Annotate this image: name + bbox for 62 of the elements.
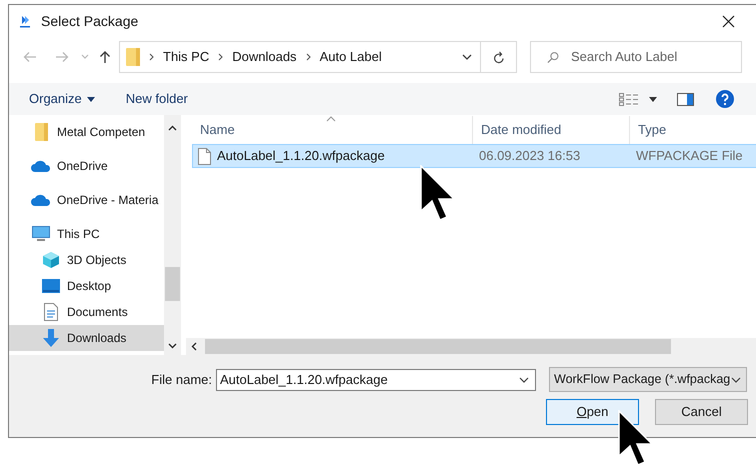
- column-header[interactable]: Type: [630, 116, 756, 144]
- file-name-label: File name:: [150, 370, 212, 389]
- folder-icon: [34, 123, 48, 141]
- scroll-down-icon[interactable]: [168, 343, 177, 349]
- organize-button[interactable]: Organize: [29, 89, 95, 109]
- breadcrumb-link[interactable]: Auto Label: [320, 47, 382, 67]
- cancel-button[interactable]: Cancel: [655, 399, 748, 425]
- cloud-icon: [31, 160, 51, 172]
- view-options-icon[interactable]: [619, 92, 639, 106]
- help-icon[interactable]: [716, 90, 734, 108]
- refresh-icon: [492, 50, 504, 64]
- dropdown-caret-icon[interactable]: [462, 54, 472, 60]
- sidebar-item[interactable]: 3D Objects: [9, 247, 164, 273]
- scroll-up-icon[interactable]: [168, 125, 177, 131]
- sidebar-item[interactable]: Documents: [9, 299, 164, 325]
- sidebar-item[interactable]: OneDrive: [9, 153, 164, 179]
- sidebar-item[interactable]: This PC: [9, 221, 164, 247]
- table-cell-text: 06.09.2023 16:53: [479, 147, 580, 166]
- breadcrumb-link[interactable]: Downloads: [232, 47, 297, 67]
- cube-icon: [42, 251, 60, 269]
- sidebar-item[interactable]: OneDrive - Materia: [9, 187, 164, 213]
- window-title: Select Package: [41, 12, 138, 31]
- sidebar-item[interactable]: Downloads: [9, 325, 164, 351]
- vertical-scrollbar[interactable]: [164, 115, 181, 355]
- scroll-left-icon[interactable]: [191, 342, 197, 351]
- scrollbar-thumb[interactable]: [205, 339, 671, 354]
- chevron-icon: [218, 53, 224, 61]
- dropdown-caret-icon: [731, 376, 741, 382]
- table-cell-text: WFPACKAGE File: [636, 147, 743, 166]
- chevron-icon: [149, 53, 154, 61]
- desktop-icon: [42, 279, 60, 293]
- refresh-button[interactable]: [481, 41, 517, 73]
- horizontal-scrollbar[interactable]: [186, 338, 756, 355]
- address-bar[interactable]: This PC Downloads Auto Label: [119, 41, 481, 73]
- app-icon: [18, 14, 32, 28]
- cloud-icon: [31, 194, 51, 206]
- search-box[interactable]: Search Auto Label: [530, 41, 742, 73]
- chevron-icon: [306, 53, 311, 61]
- sidebar-item[interactable]: Metal Competen: [9, 119, 164, 145]
- file-name-box[interactable]: AutoLabel_1.1.20.wfpackage: [216, 368, 536, 390]
- new-folder-button[interactable]: New folder: [126, 89, 188, 109]
- open-button[interactable]: Open: [546, 399, 639, 425]
- file-row[interactable]: AutoLabel_1.1.20.wfpackage 06.09.2023 16:53 WFPACKAGE File: [192, 144, 756, 168]
- dropdown-caret-icon[interactable]: [519, 376, 529, 382]
- dropdown-caret-icon: [86, 96, 95, 102]
- file-icon: [198, 148, 211, 164]
- file-type-dropdown[interactable]: WorkFlow Package (*.wfpackag: [549, 367, 747, 392]
- search-icon: [547, 50, 559, 64]
- search-field[interactable]: Search Auto Label: [571, 47, 741, 67]
- up-arrow-icon[interactable]: [99, 50, 111, 64]
- scrollbar-thumb[interactable]: [165, 267, 180, 301]
- dropdown-caret-icon[interactable]: [649, 96, 657, 102]
- file-name-field[interactable]: AutoLabel_1.1.20.wfpackage: [220, 370, 512, 390]
- computer-icon: [32, 226, 50, 242]
- download-icon: [43, 329, 59, 347]
- table-cell-text: AutoLabel_1.1.20.wfpackage: [217, 147, 385, 166]
- document-icon: [44, 303, 58, 321]
- sort-caret-icon: [326, 116, 336, 122]
- sidebar-item[interactable]: Desktop: [9, 273, 164, 299]
- preview-pane-icon[interactable]: [677, 92, 694, 106]
- folder-icon: [126, 48, 140, 66]
- breadcrumb-link[interactable]: This PC: [163, 47, 210, 67]
